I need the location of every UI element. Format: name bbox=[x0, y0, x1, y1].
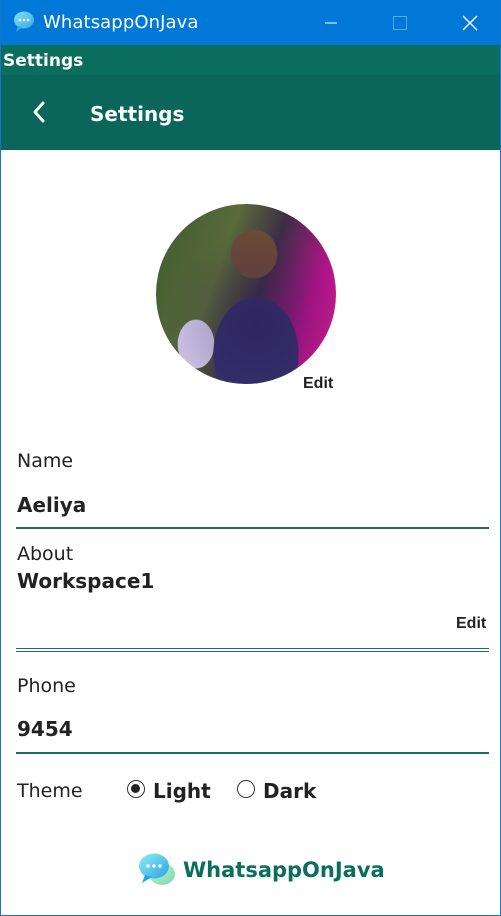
close-icon bbox=[462, 15, 478, 30]
about-underline bbox=[16, 648, 489, 652]
name-value[interactable]: Aeliya bbox=[17, 493, 86, 517]
minimize-icon bbox=[325, 22, 337, 23]
theme-light-radio[interactable] bbox=[127, 780, 145, 798]
phone-underline bbox=[16, 752, 489, 754]
edit-about-button[interactable]: Edit bbox=[456, 615, 486, 633]
name-underline bbox=[16, 527, 489, 529]
about-value[interactable]: Workspace1 bbox=[17, 569, 154, 593]
theme-dark-radio[interactable] bbox=[237, 780, 255, 798]
settings-header: Settings bbox=[1, 75, 500, 150]
chat-bubble-icon bbox=[14, 11, 34, 32]
name-label: Name bbox=[17, 450, 74, 472]
theme-dark-label[interactable]: Dark bbox=[263, 779, 316, 803]
maximize-icon bbox=[393, 15, 407, 30]
minimize-button[interactable] bbox=[308, 0, 354, 45]
window-title: WhatsappOnJava bbox=[43, 12, 199, 33]
theme-label: Theme bbox=[17, 780, 83, 802]
page-title: Settings bbox=[90, 102, 185, 126]
profile-avatar[interactable] bbox=[156, 204, 336, 384]
close-button[interactable] bbox=[447, 0, 493, 45]
maximize-button[interactable] bbox=[377, 0, 423, 45]
title-bar[interactable]: WhatsappOnJava bbox=[1, 0, 500, 45]
phone-value[interactable]: 9454 bbox=[17, 717, 73, 741]
footer-brand: WhatsappOnJava bbox=[183, 858, 385, 882]
stage-title-strip: Settings bbox=[1, 45, 500, 75]
stage-title: Settings bbox=[3, 51, 84, 71]
about-label: About bbox=[17, 543, 74, 565]
phone-label: Phone bbox=[17, 675, 76, 697]
back-button[interactable] bbox=[25, 97, 55, 127]
chevron-left-icon bbox=[33, 101, 45, 123]
chat-bubble-icon bbox=[139, 853, 175, 885]
avatar-shade bbox=[156, 204, 336, 384]
edit-photo-button[interactable]: Edit bbox=[303, 375, 333, 393]
theme-light-label[interactable]: Light bbox=[153, 779, 211, 803]
app-window: WhatsappOnJava Settings Settings Edit Na… bbox=[0, 0, 501, 916]
